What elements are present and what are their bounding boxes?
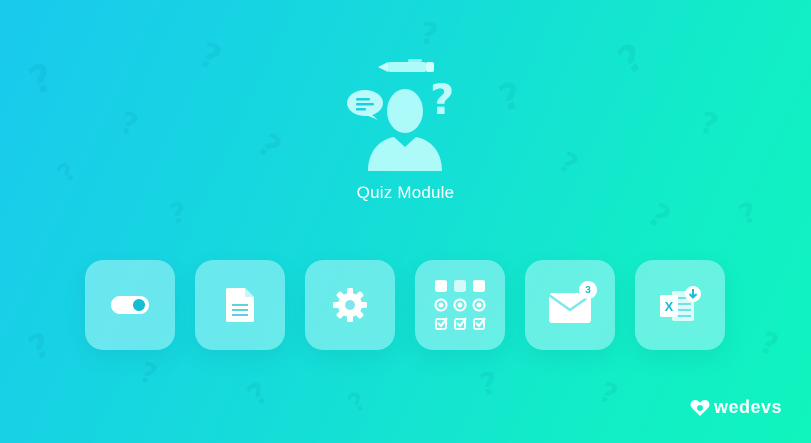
quiz-grid-tile[interactable]: [415, 260, 505, 350]
pencil-icon: [378, 59, 434, 72]
excel-export-tile[interactable]: X: [635, 260, 725, 350]
question-mark-icon: ?: [430, 75, 455, 124]
svg-text:X: X: [665, 299, 674, 314]
settings-tile[interactable]: [305, 260, 395, 350]
document-tile[interactable]: [195, 260, 285, 350]
feature-tiles: 3 X: [85, 260, 725, 350]
toggle-switch-icon: [111, 296, 149, 314]
email-tile[interactable]: 3: [525, 260, 615, 350]
wedevs-logo-icon: [690, 399, 710, 416]
excel-download-icon: X: [660, 286, 701, 321]
quiz-module-illustration: ?: [338, 55, 473, 175]
brand-name: wedevs: [714, 397, 783, 417]
wedevs-logo: wedevs: [690, 397, 782, 418]
module-title: Quiz Module: [356, 183, 455, 202]
document-icon: [226, 288, 254, 322]
quiz-grid-icon: [434, 280, 486, 330]
toggle-tile[interactable]: [85, 260, 175, 350]
gear-icon: [333, 288, 367, 322]
notification-badge: 3: [579, 281, 597, 299]
